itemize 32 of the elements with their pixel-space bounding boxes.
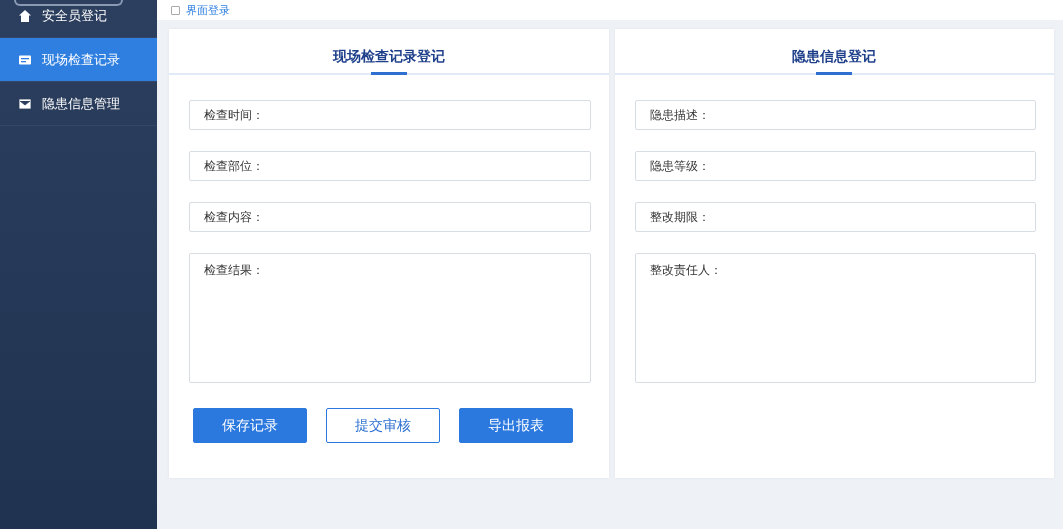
input-field[interactable]: 隐患描述： (634, 100, 1036, 130)
field-label: 隐患描述： (649, 106, 710, 124)
home-icon (18, 8, 32, 23)
action-button[interactable]: 提交审核 (326, 408, 440, 443)
input-field[interactable]: 整改期限： (634, 202, 1036, 232)
field-label: 整改期限： (649, 208, 710, 226)
checkbox[interactable] (171, 5, 180, 15)
sidebar-item[interactable]: 隐患信息管理 (0, 82, 157, 126)
action-button[interactable]: 导出报表 (459, 408, 573, 443)
input-field[interactable]: 检查内容： (189, 202, 591, 232)
action-button[interactable]: 保存记录 (193, 408, 307, 443)
input-field[interactable]: 隐患等级： (634, 151, 1036, 181)
sidebar-item-label: 隐患信息管理 (42, 94, 120, 113)
field-label: 整改责任人： (649, 262, 722, 279)
card-title: 现场检查记录登记 (332, 48, 445, 66)
field-label: 隐患等级： (649, 157, 710, 175)
field-label: 检查内容： (204, 208, 264, 226)
field-label: 检查部位： (204, 157, 264, 175)
envelope-icon (18, 96, 32, 111)
input-field[interactable]: 检查时间： (189, 100, 591, 130)
login-link[interactable]: 界面登录 (186, 2, 230, 18)
title-underline (816, 72, 853, 75)
text-area[interactable]: 检查结果： (189, 253, 591, 383)
field-label: 检查时间： (204, 106, 264, 124)
field-label: 检查结果： (204, 262, 264, 279)
sidebar-item-label: 安全员登记 (42, 6, 107, 25)
input-field[interactable]: 检查部位： (189, 151, 591, 181)
title-underline (370, 72, 407, 75)
text-area[interactable]: 整改责任人： (634, 253, 1036, 383)
sidebar-item[interactable]: 现场检查记录 (0, 38, 157, 82)
card-title: 隐患信息登记 (792, 48, 877, 66)
sidebar-item-label: 现场检查记录 (42, 50, 120, 69)
